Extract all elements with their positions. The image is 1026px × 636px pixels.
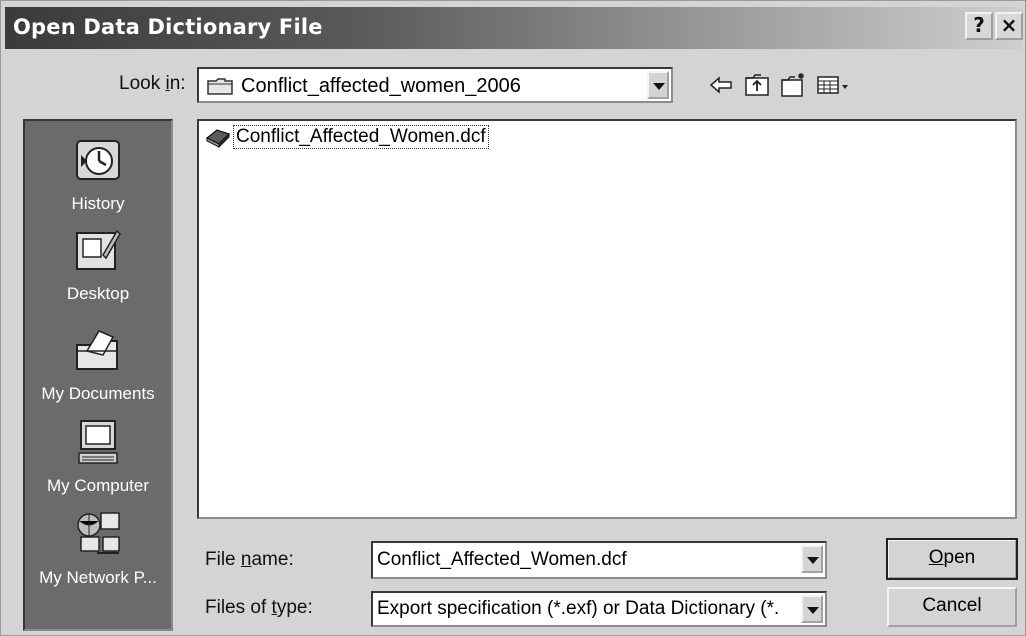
file-name-input[interactable]	[377, 547, 797, 573]
look-in-dropdown[interactable]: Conflict_affected_women_2006	[197, 67, 673, 103]
data-dictionary-file-icon	[205, 129, 231, 148]
network-places-icon	[77, 512, 120, 554]
view-menu-icon[interactable]	[815, 71, 851, 99]
file-name-label: File name:	[205, 549, 294, 570]
close-button[interactable]: ×	[995, 12, 1023, 40]
file-list[interactable]: Conflict_Affected_Women.dcf	[197, 119, 1017, 519]
files-of-type-value: Export specification (*.exf) or Data Dic…	[377, 598, 780, 619]
places-item-history[interactable]: History	[25, 135, 171, 214]
title-bar[interactable]: Open Data Dictionary File ? ×	[5, 7, 1023, 49]
file-name-combo[interactable]	[371, 541, 827, 579]
back-icon[interactable]	[707, 71, 735, 99]
history-icon	[76, 140, 120, 180]
file-name-text: Conflict_Affected_Women.dcf	[233, 125, 489, 149]
my-documents-icon	[76, 330, 118, 370]
files-of-type-label: Files of type:	[205, 597, 313, 618]
places-item-network-places[interactable]: My Network P...	[25, 509, 171, 588]
places-item-label: History	[71, 194, 125, 213]
places-item-label: My Documents	[41, 384, 155, 403]
desktop-icon	[76, 229, 121, 270]
places-item-label: My Network P...	[39, 568, 157, 587]
look-in-label: Look in:	[119, 73, 186, 94]
file-list-item[interactable]: Conflict_Affected_Women.dcf	[205, 125, 489, 149]
open-button[interactable]: Open	[886, 538, 1018, 580]
places-item-my-documents[interactable]: My Documents	[25, 325, 171, 404]
my-computer-icon	[78, 420, 118, 464]
chevron-down-icon[interactable]	[801, 595, 823, 623]
open-data-dictionary-dialog: Open Data Dictionary File ? × Look in: C…	[0, 0, 1026, 636]
places-item-my-computer[interactable]: My Computer	[25, 417, 171, 496]
window-title: Open Data Dictionary File	[13, 15, 323, 39]
chevron-down-icon[interactable]	[801, 545, 823, 573]
chevron-down-icon[interactable]	[647, 71, 669, 99]
places-item-label: Desktop	[66, 284, 130, 303]
places-bar: History Desktop My Documents My Computer…	[23, 119, 173, 631]
places-item-label: My Computer	[46, 476, 150, 495]
look-in-value: Conflict_affected_women_2006	[241, 75, 521, 97]
help-button[interactable]: ?	[965, 12, 993, 40]
files-of-type-dropdown[interactable]: Export specification (*.exf) or Data Dic…	[371, 591, 827, 627]
places-item-desktop[interactable]: Desktop	[25, 225, 171, 304]
cancel-button[interactable]: Cancel	[887, 587, 1017, 627]
up-folder-icon[interactable]	[743, 71, 771, 99]
new-folder-icon[interactable]	[779, 71, 807, 99]
folder-icon	[207, 78, 233, 95]
